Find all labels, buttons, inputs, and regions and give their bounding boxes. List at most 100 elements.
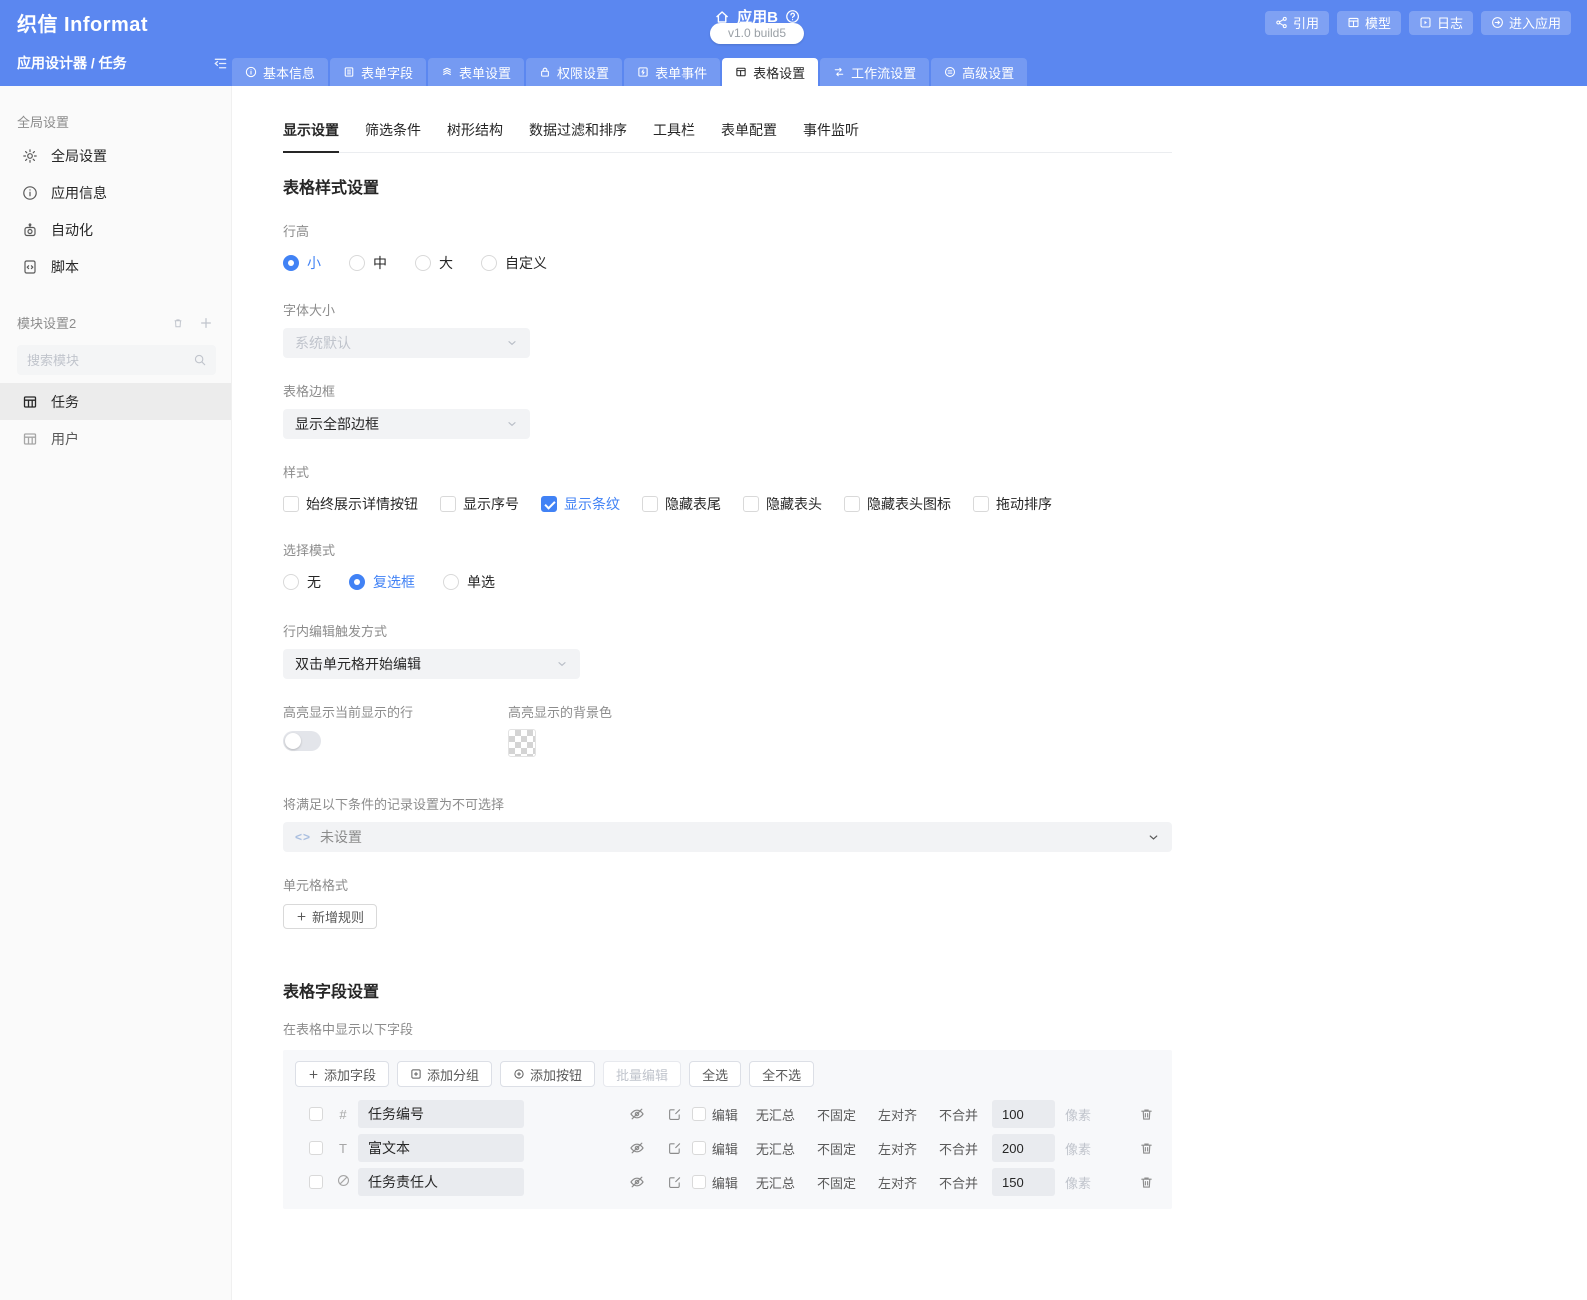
log-button[interactable]: 日志 — [1408, 10, 1473, 35]
align-select[interactable]: 左对齐 — [878, 1105, 917, 1124]
box-plus-icon — [410, 1068, 422, 1080]
trash-icon[interactable] — [1139, 1175, 1154, 1190]
add-group-button[interactable]: 添加分组 — [397, 1061, 493, 1087]
subtab-data-filter-sort[interactable]: 数据过滤和排序 — [529, 120, 627, 152]
help-icon[interactable] — [785, 9, 800, 24]
add-button-button[interactable]: 添加按钮 — [500, 1061, 596, 1087]
subtab-tree[interactable]: 树形结构 — [447, 120, 503, 152]
row-checkbox[interactable] — [309, 1107, 323, 1121]
radio-row-height-small[interactable]: 小 — [283, 253, 321, 273]
checkbox-show-stripes[interactable]: 显示条纹 — [541, 494, 620, 514]
rename-icon[interactable] — [667, 1107, 682, 1122]
align-select[interactable]: 左对齐 — [878, 1139, 917, 1158]
field-name-input[interactable] — [358, 1100, 524, 1128]
border-select[interactable]: 显示全部边框 — [283, 409, 530, 439]
summary-select[interactable]: 无汇总 — [756, 1105, 795, 1124]
sidebar-item-automation[interactable]: 自动化 — [0, 211, 231, 248]
enter-app-button[interactable]: 进入应用 — [1480, 10, 1571, 35]
eye-off-icon[interactable] — [629, 1106, 645, 1122]
checkbox-show-index[interactable]: 显示序号 — [440, 494, 519, 514]
fixed-select[interactable]: 不固定 — [817, 1173, 856, 1192]
summary-select[interactable]: 无汇总 — [756, 1139, 795, 1158]
deselect-all-button[interactable]: 全不选 — [749, 1061, 815, 1087]
tab-form-events[interactable]: 表单事件 — [624, 58, 721, 86]
rename-icon[interactable] — [667, 1141, 682, 1156]
eye-off-icon[interactable] — [629, 1174, 645, 1190]
sidebar-item-script[interactable]: 脚本 — [0, 248, 231, 285]
tab-workflow-settings[interactable]: 工作流设置 — [820, 58, 930, 86]
eye-off-icon[interactable] — [629, 1140, 645, 1156]
sidebar-item-app-info[interactable]: 应用信息 — [0, 174, 231, 211]
select-all-button[interactable]: 全选 — [689, 1061, 742, 1087]
tab-permission-settings[interactable]: 权限设置 — [526, 58, 623, 86]
width-input[interactable] — [991, 1100, 1055, 1128]
align-select[interactable]: 左对齐 — [878, 1173, 917, 1192]
tab-form-fields[interactable]: 表单字段 — [330, 58, 427, 86]
subtab-filter[interactable]: 筛选条件 — [365, 120, 421, 152]
tab-form-settings[interactable]: 表单设置 — [428, 58, 525, 86]
nav-tab-bar: 基本信息 表单字段 表单设置 权限设置 表单事件 表格设置 工作流设置 高级设置 — [232, 58, 1028, 86]
width-input[interactable] — [991, 1134, 1055, 1162]
subtab-bar: 显示设置 筛选条件 树形结构 数据过滤和排序 工具栏 表单配置 事件监听 — [283, 120, 1172, 153]
rename-icon[interactable] — [667, 1175, 682, 1190]
disable-select-label: 将满足以下条件的记录设置为不可选择 — [283, 797, 505, 812]
tab-table-settings[interactable]: 表格设置 — [722, 58, 819, 86]
row-checkbox[interactable] — [309, 1141, 323, 1155]
recycle-bin-icon[interactable] — [172, 317, 184, 329]
field-name-input[interactable] — [358, 1134, 524, 1162]
radio-mode-none[interactable]: 无 — [283, 572, 321, 592]
edit-checkbox[interactable] — [691, 1107, 706, 1121]
plus-icon — [308, 1069, 319, 1080]
trash-icon[interactable] — [1139, 1141, 1154, 1156]
sidebar-item-users[interactable]: 用户 — [0, 420, 231, 457]
width-input[interactable] — [991, 1168, 1055, 1196]
subtab-display[interactable]: 显示设置 — [283, 120, 339, 153]
subtab-event-listen[interactable]: 事件监听 — [803, 120, 859, 152]
checkbox-always-show-detail[interactable]: 始终展示详情按钮 — [283, 494, 418, 514]
subtab-form-config[interactable]: 表单配置 — [721, 120, 777, 152]
radio-row-height-medium[interactable]: 中 — [349, 253, 387, 273]
summary-select[interactable]: 无汇总 — [756, 1173, 795, 1192]
fixed-select[interactable]: 不固定 — [817, 1105, 856, 1124]
inline-edit-select[interactable]: 双击单元格开始编辑 — [283, 649, 580, 679]
field-row: T 编辑 无汇总 不固定 左对齐 不合并 像素 — [295, 1131, 1160, 1165]
checkbox-hide-header-icons[interactable]: 隐藏表头图标 — [844, 494, 951, 514]
chevron-down-icon — [506, 418, 518, 430]
highlight-bg-label: 高亮显示的背景色 — [508, 705, 613, 720]
trash-icon[interactable] — [1139, 1107, 1154, 1122]
checkbox-drag-sort[interactable]: 拖动排序 — [973, 494, 1052, 514]
disable-select-dropdown[interactable]: <> 未设置 — [283, 822, 1172, 852]
highlight-color-swatch[interactable] — [508, 729, 536, 757]
sidebar-collapse-icon[interactable] — [213, 56, 228, 71]
checkbox-hide-header[interactable]: 隐藏表头 — [743, 494, 822, 514]
link-field-icon — [334, 1173, 352, 1191]
search-input[interactable] — [17, 345, 216, 375]
add-module-icon[interactable] — [199, 316, 213, 330]
highlight-row-toggle[interactable] — [283, 731, 321, 751]
fixed-select[interactable]: 不固定 — [817, 1139, 856, 1158]
add-field-button[interactable]: 添加字段 — [295, 1061, 390, 1087]
edit-checkbox[interactable] — [691, 1175, 706, 1189]
subtab-toolbar[interactable]: 工具栏 — [653, 120, 695, 152]
merge-select[interactable]: 不合并 — [939, 1139, 978, 1158]
tab-advanced-settings[interactable]: 高级设置 — [931, 58, 1028, 86]
radio-row-height-custom[interactable]: 自定义 — [481, 253, 547, 273]
merge-select[interactable]: 不合并 — [939, 1173, 978, 1192]
radio-mode-single[interactable]: 单选 — [443, 572, 495, 592]
info-circle-icon — [22, 185, 38, 201]
checkbox-hide-footer[interactable]: 隐藏表尾 — [642, 494, 721, 514]
add-rule-button[interactable]: 新增规则 — [283, 904, 378, 929]
reference-button[interactable]: 引用 — [1264, 10, 1329, 35]
tab-basic-info[interactable]: 基本信息 — [232, 58, 329, 86]
model-button[interactable]: 模型 — [1336, 10, 1401, 35]
sidebar-item-global-settings[interactable]: 全局设置 — [0, 137, 231, 174]
radio-row-height-large[interactable]: 大 — [415, 253, 453, 273]
edit-checkbox[interactable] — [691, 1141, 706, 1155]
sidebar-item-tasks[interactable]: 任务 — [0, 383, 231, 420]
radio-mode-checkbox[interactable]: 复选框 — [349, 572, 415, 592]
row-checkbox[interactable] — [309, 1175, 323, 1189]
log-icon — [1419, 16, 1432, 29]
field-name-input[interactable] — [358, 1168, 524, 1196]
font-size-select[interactable]: 系统默认 — [283, 328, 530, 358]
merge-select[interactable]: 不合并 — [939, 1105, 978, 1124]
